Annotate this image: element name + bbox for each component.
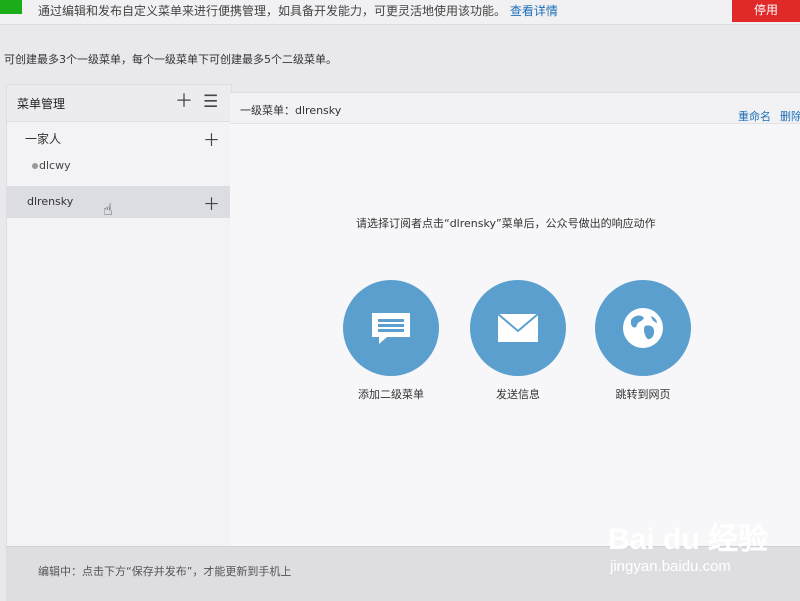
menu-manager-header: 菜单管理 ＋ ☰ [7,85,231,122]
delete-link[interactable]: 删除 [780,108,800,124]
jump-to-webpage-action[interactable]: 跳转到网页 [583,280,703,402]
menu-item-label: 一家人 [25,132,62,146]
add-submenu-icon[interactable]: ＋ [203,190,220,215]
status-badge [0,0,22,14]
action-prompt: 请选择订阅者点击“dlrensky”菜单后，公众号做出的响应动作 [356,217,656,230]
submenu-item-label: dlcwy [39,159,71,172]
send-message-label: 发送信息 [496,388,540,401]
watermark-url: jingyan.baidu.com [610,558,731,575]
menu-manager-title: 菜单管理 [17,97,66,111]
details-link[interactable]: 查看详情 [510,4,558,18]
message-icon[interactable] [343,280,439,376]
limit-tip: 可创建最多3个一级菜单，每个一级菜单下可创建最多5个二级菜单。 [4,53,337,66]
rename-link[interactable]: 重命名 [738,108,771,124]
add-submenu-icon[interactable]: ＋ [203,126,220,151]
hand-cursor-icon: ☝ [103,200,113,219]
add-submenu-action[interactable]: 添加二级菜单 [331,280,451,402]
menu-item-label: dlrensky [27,195,74,208]
notice-bar: 通过编辑和发布自定义菜单来进行便携管理，如具备开发能力，可更灵活地使用该功能。 … [0,0,800,25]
watermark-brand: Bai du 经验 [608,523,769,556]
menu-item-yijiaren[interactable]: 一家人 ＋ [7,122,231,152]
notice-message: 通过编辑和发布自定义菜单来进行便携管理，如具备开发能力，可更灵活地使用该功能。 [38,4,507,18]
bullet-icon [32,163,38,169]
globe-icon[interactable] [595,280,691,376]
envelope-icon[interactable] [470,280,566,376]
footer-hint: 编辑中：点击下方“保存并发布”，才能更新到手机上 [38,565,292,578]
list-icon[interactable]: ☰ [203,93,218,111]
notice-text: 通过编辑和发布自定义菜单来进行便携管理，如具备开发能力，可更灵活地使用该功能。 … [38,2,558,19]
editor-title: 一级菜单：dlrensky [240,104,342,117]
submenu-item-dlcwy[interactable]: dlcwy [7,152,231,182]
plus-icon[interactable]: ＋ [175,93,193,111]
stop-button[interactable]: 停用 [732,0,800,22]
menu-editor-panel: 一级菜单：dlrensky 重命名 删除 请选择订阅者点击“dlrensky”菜… [230,92,800,547]
send-message-action[interactable]: 发送信息 [458,280,578,402]
add-submenu-label: 添加二级菜单 [358,388,424,401]
baidu-jingyan-watermark: Bai du 经验 jingyan.baidu.com [608,514,778,575]
jump-to-webpage-label: 跳转到网页 [615,388,671,401]
menu-editor-header: 一级菜单：dlrensky 重命名 删除 [230,93,800,124]
menu-item-dlrensky[interactable]: dlrensky ☝ ＋ [7,186,231,219]
menu-manager-panel: 菜单管理 ＋ ☰ 一家人 ＋ dlcwy dlrensky ☝ ＋ [6,84,232,548]
